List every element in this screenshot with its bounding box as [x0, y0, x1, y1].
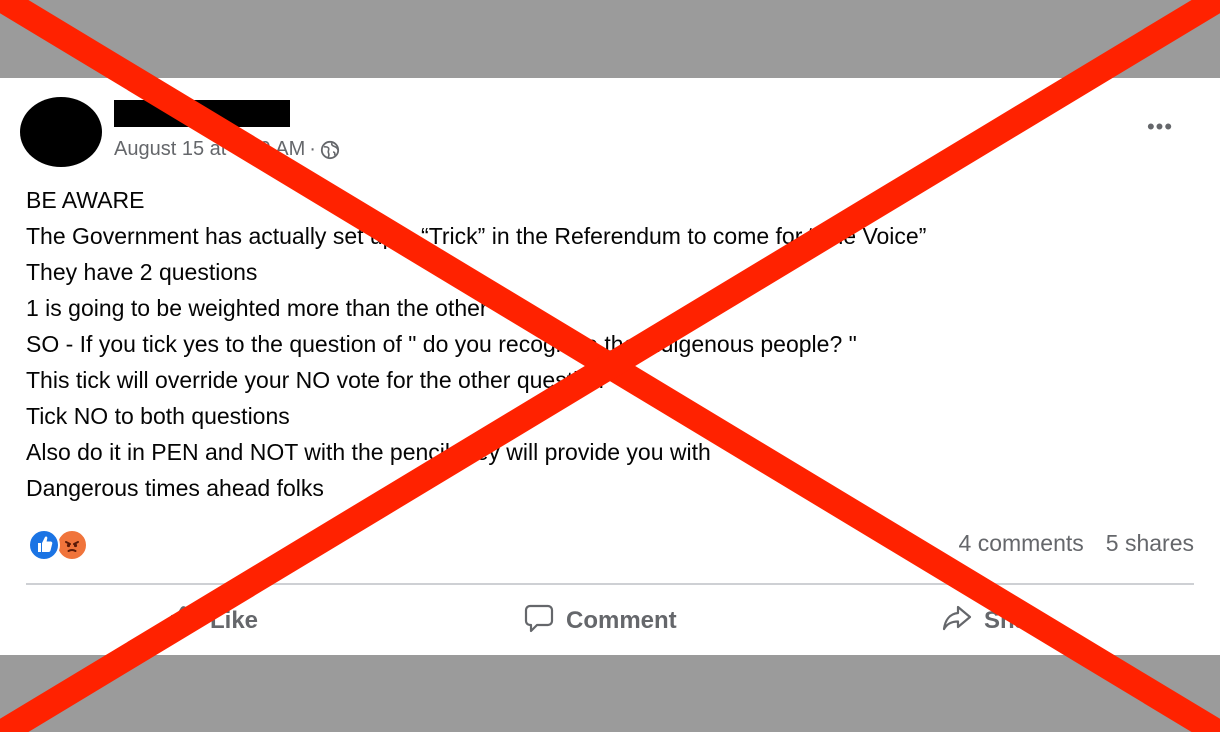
post-meta: August 15 at 7:59 AM ·	[114, 138, 340, 161]
comment-button[interactable]: Comment	[522, 596, 677, 646]
post-line: BE AWARE	[26, 187, 145, 213]
globe-icon	[320, 140, 340, 160]
post-line: The Government has actually set up a “Tr…	[26, 223, 927, 249]
share-label: Share	[984, 607, 1051, 634]
post-timestamp[interactable]: August 15 at 7:59 AM	[114, 138, 305, 161]
post-line: This tick will override your NO vote for…	[26, 367, 604, 393]
avatar[interactable]	[20, 97, 102, 167]
more-options-button[interactable]: •••	[1140, 114, 1180, 140]
divider	[26, 583, 1194, 585]
meta-separator: ·	[309, 138, 316, 160]
post-line: Also do it in PEN and NOT with the penci…	[26, 439, 711, 465]
like-label: Like	[210, 607, 259, 634]
post-line: Tick NO to both questions	[26, 403, 290, 429]
top-gray-band	[0, 0, 1220, 78]
comment-icon	[522, 601, 556, 642]
like-reaction-icon	[28, 529, 60, 561]
engagement-counts: 4 comments 5 shares	[959, 530, 1194, 557]
reaction-summary[interactable]	[28, 527, 98, 563]
redacted-author-name	[114, 100, 290, 127]
post-line: SO - If you tick yes to the question of …	[26, 331, 857, 357]
facebook-post-card: August 15 at 7:59 AM · ••• BE AWARE The …	[0, 78, 1220, 655]
post-line: They have 2 questions	[26, 259, 258, 285]
post-action-bar: Like Comment Share	[26, 596, 1194, 646]
share-arrow-icon	[940, 601, 974, 642]
post-body: BE AWARE The Government has actually set…	[26, 182, 1186, 506]
post-line: 1 is going to be weighted more than the …	[26, 295, 488, 321]
angry-reaction-icon	[56, 529, 88, 561]
thumbs-up-icon	[166, 601, 200, 642]
comments-count[interactable]: 4 comments	[959, 530, 1084, 557]
post-line: Dangerous times ahead folks	[26, 475, 324, 501]
like-button[interactable]: Like	[166, 596, 258, 646]
share-button[interactable]: Share	[940, 596, 1051, 646]
shares-count[interactable]: 5 shares	[1106, 530, 1194, 557]
comment-label: Comment	[566, 607, 677, 634]
bottom-gray-band	[0, 655, 1220, 732]
